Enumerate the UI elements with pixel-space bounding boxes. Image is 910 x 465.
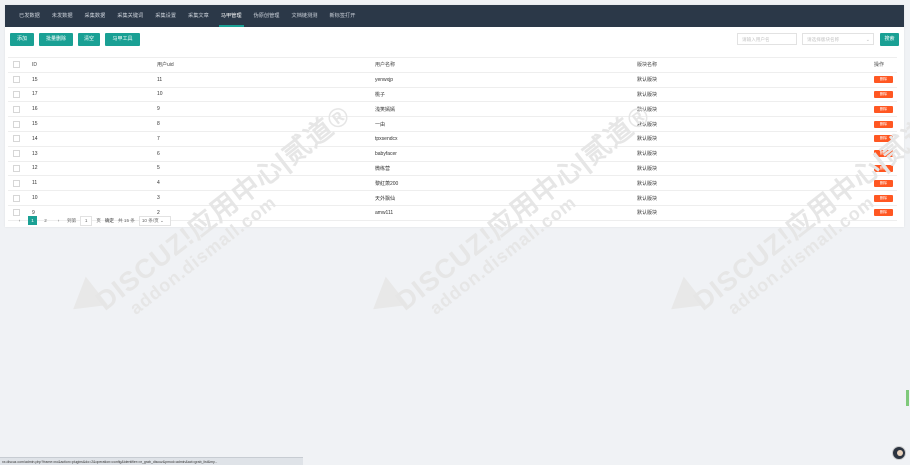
cell-id: 12 [32, 161, 157, 177]
row-checkbox[interactable] [13, 90, 20, 98]
table-row: 12 5 微练营 默认版块 删除 [8, 161, 897, 177]
cell-username: yenwxjp [375, 72, 637, 88]
page-unit-label: 页 [96, 217, 101, 223]
page-size-select[interactable]: 10 条/页 ⌄ [138, 215, 171, 226]
tab-6[interactable]: 马甲管理 [215, 5, 248, 27]
cell-board: 默认版块 [637, 87, 874, 103]
next-page-button[interactable]: › [54, 216, 63, 225]
delete-button[interactable]: 删除 [874, 90, 893, 98]
table-header-row: ID 用户uid 用户名称 版块名称 操作 [8, 57, 897, 73]
table-row: 10 3 天外飘仙 默认版块 删除 [8, 190, 897, 206]
cell-id: 16 [32, 101, 157, 118]
tab-5[interactable]: 采集文章 [182, 5, 215, 27]
cell-uid: 11 [157, 72, 375, 88]
tab-0[interactable]: 已发数据 [13, 5, 46, 27]
cell-board: 默认版块 [637, 101, 874, 118]
tab-4[interactable]: 采集设置 [149, 5, 182, 27]
col-uid: 用户uid [157, 57, 375, 73]
cell-id: 11 [32, 175, 157, 192]
col-username: 用户名称 [375, 57, 637, 73]
search-button[interactable]: 搜索 [880, 33, 899, 46]
batch-delete-button[interactable]: 批量删除 [39, 33, 73, 46]
prev-page-button[interactable]: ‹ [15, 216, 24, 225]
table-row: 14 7 tpxsendcx 默认版块 删除 [8, 131, 897, 147]
cell-id: 15 [32, 72, 157, 88]
cell-board: 默认版块 [637, 72, 874, 88]
select-all-checkbox[interactable] [13, 61, 20, 69]
status-bar-url: xx.discuz.com/admin.php?frame=no&action=… [0, 457, 303, 465]
board-select-placeholder: 请选择版块名称 [807, 37, 840, 42]
cell-uid: 10 [157, 87, 375, 103]
delete-button[interactable]: 删除 [874, 105, 893, 113]
vest-table: ID 用户uid 用户名称 版块名称 操作 15 11 yenwxjp 默认版块 删除 1… [8, 57, 897, 221]
cell-id: 10 [32, 190, 157, 206]
table-row: 15 8 一由 默认版块 删除 [8, 116, 897, 132]
col-id: ID [32, 57, 157, 73]
main-panel: 已发数据 未发数据 采集数据 采集关键词 采集设置 采集文章 马甲管理 伪原创管理 文档链测测新… [5, 5, 904, 227]
col-board: 版块名称 [637, 57, 874, 73]
cell-username: 浅笑嫣嫣 [375, 101, 637, 118]
cell-id: 17 [32, 87, 157, 103]
table-row: 17 10 桃子 默认版块 删除 [8, 87, 897, 103]
cell-board: 默认版块 [637, 146, 874, 162]
page-button-1[interactable]: 1 [28, 216, 37, 225]
top-nav-tabs: 已发数据 未发数据 采集数据 采集关键词 采集设置 采集文章 马甲管理 伪原创管理 文档链测测新… [5, 5, 904, 27]
vest-tool-button[interactable]: 马甲工具 [105, 33, 140, 46]
delete-button[interactable]: 删除 [874, 76, 893, 84]
row-checkbox[interactable] [13, 194, 20, 202]
page-button-2[interactable]: 2 [41, 216, 50, 225]
clear-button[interactable]: 清空 [78, 33, 100, 46]
pagination: ‹ 1 2 › 到第 1 页确定共 15 条 10 条/页 ⌄ [15, 215, 175, 226]
row-checkbox[interactable] [13, 164, 20, 172]
cell-board: 默认版块 [637, 116, 874, 132]
row-checkbox[interactable] [13, 150, 20, 158]
confirm-button[interactable]: 确定 [105, 218, 114, 224]
tab-3[interactable]: 采集关键词 [111, 5, 149, 27]
avatar[interactable] [892, 446, 906, 460]
table-row: 15 11 yenwxjp 默认版块 删除 [8, 72, 897, 88]
tab-7[interactable]: 伪原创管理 [248, 5, 286, 27]
row-checkbox[interactable] [13, 76, 20, 84]
username-search-input[interactable]: 请输入用户名 [737, 33, 797, 45]
table-row: 16 9 浅笑嫣嫣 默认版块 删除 [8, 101, 897, 118]
board-select[interactable]: 请选择版块名称 ⌄ [802, 33, 874, 45]
cell-id: 13 [32, 146, 157, 162]
row-checkbox[interactable] [13, 105, 20, 113]
table-row: 13 6 babyfacer 默认版块 删除 [8, 146, 897, 162]
delete-button[interactable]: 删除 [874, 120, 893, 128]
tab-9[interactable]: 新标签打开 [323, 5, 361, 27]
row-checkbox[interactable] [13, 120, 20, 128]
scrollbar-indicator[interactable] [906, 390, 909, 406]
total-count: 共 15 条 [118, 217, 135, 223]
cell-id: 14 [32, 131, 157, 147]
row-checkbox[interactable] [13, 135, 20, 143]
cell-board: 默认版块 [637, 131, 874, 147]
page-size-label: 10 条/页 [141, 217, 159, 223]
chevron-down-icon: ⌄ [865, 37, 870, 43]
col-actions: 操作 [874, 57, 897, 73]
tab-1[interactable]: 未发数据 [46, 5, 79, 27]
table-row: 11 4 黎紅萧200 默认版块 删除 [8, 175, 897, 192]
cell-username: 桃子 [375, 87, 637, 103]
cell-id: 15 [32, 116, 157, 132]
tab-2[interactable]: 采集数据 [79, 5, 112, 27]
goto-label: 到第 [67, 217, 77, 223]
row-checkbox[interactable] [13, 179, 20, 187]
chevron-down-icon: ⌄ [160, 217, 164, 223]
tab-8[interactable]: 文档链测测 [286, 5, 324, 27]
goto-page-input[interactable]: 1 [80, 215, 93, 226]
add-button[interactable]: 添加 [10, 33, 34, 46]
toolbar: 添加 批量删除 清空 马甲工具 请输入用户名 请选择版块名称 ⌄ 搜索 [10, 33, 899, 47]
